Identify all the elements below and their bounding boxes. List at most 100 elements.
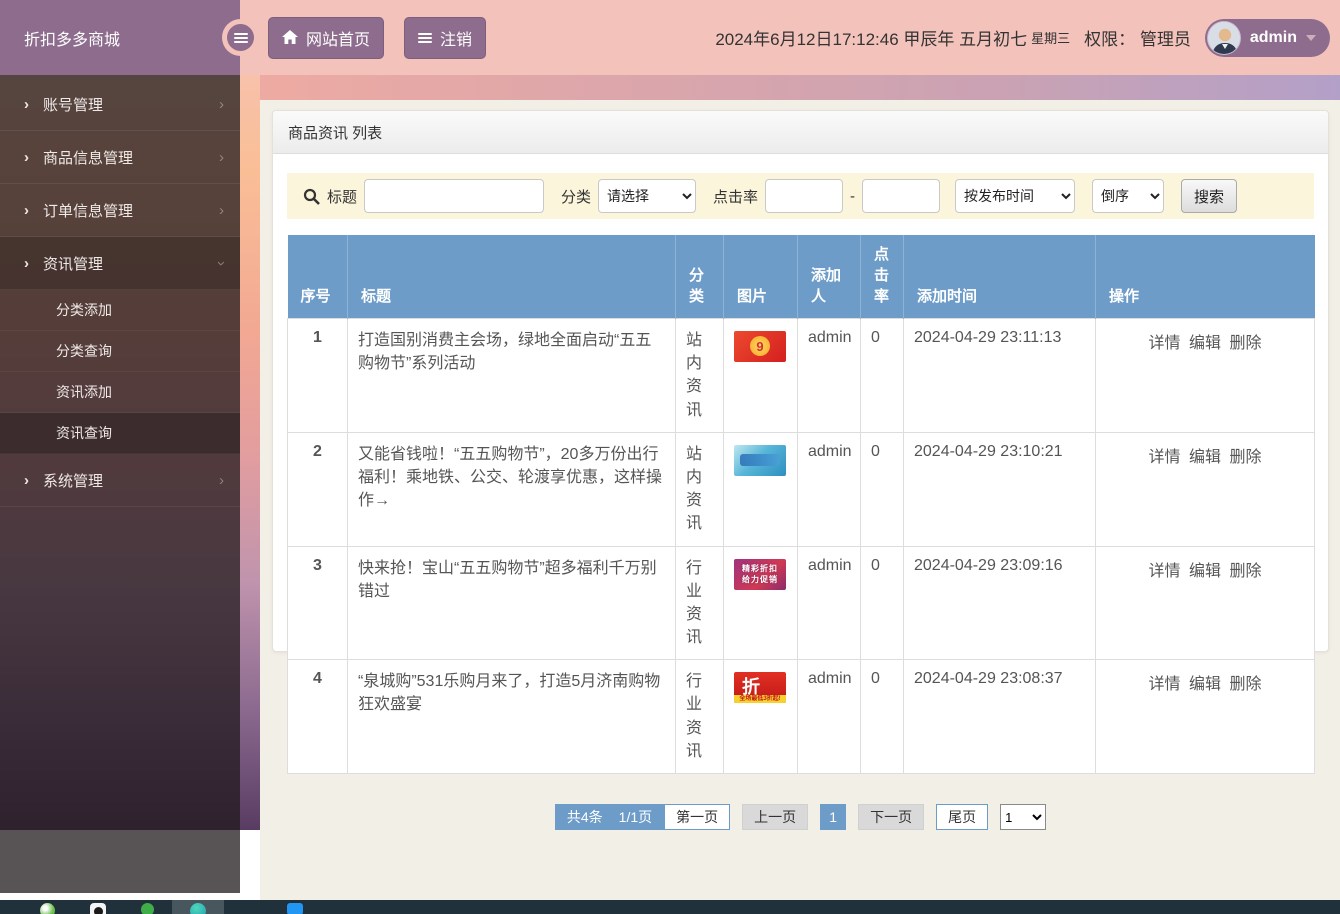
panel-header: 商品资讯 列表 [273, 111, 1328, 154]
role-text: 权限： 管理员 [1084, 30, 1191, 49]
os-taskbar [0, 900, 1340, 914]
col-clicks: 点击率 [860, 235, 904, 319]
sidebar-item-system[interactable]: › 系统管理 › [0, 454, 240, 507]
row-no: 2 [287, 431, 348, 547]
sidebar-subitem-label: 资讯添加 [56, 384, 112, 400]
top-navbar: 网站首页 注销 2024年6月12日17:12:46 甲辰年 五月初七 星期三 … [222, 0, 1340, 75]
sidebar-subitem-news-add[interactable]: 资讯添加 [0, 372, 240, 413]
delete-link[interactable]: 删除 [1229, 335, 1261, 352]
weekday-text: 星期三 [1031, 31, 1071, 46]
news-thumbnail [734, 444, 786, 476]
prev-page-button[interactable]: 上一页 [742, 804, 809, 830]
delete-link[interactable]: 删除 [1229, 676, 1261, 693]
sort-field-select[interactable]: 按发布时间 [955, 179, 1076, 213]
table-row: 3 快来抢！宝山“五五购物节”超多福利千万别错过 行业资讯 精彩折扣 给力促销 … [287, 545, 1315, 661]
list-icon [418, 31, 433, 45]
taskbar-app-icon[interactable] [190, 903, 206, 914]
topbar-right: 2024年6月12日17:12:46 甲辰年 五月初七 星期三 权限： 管理员 … [715, 18, 1340, 57]
clicks-max-input[interactable] [862, 179, 941, 213]
row-author: admin [797, 659, 861, 774]
detail-link[interactable]: 详情 [1149, 676, 1181, 693]
logout-button[interactable]: 注销 [404, 16, 487, 59]
row-image-cell: 折 全场最低3折起! [723, 659, 798, 774]
row-title: “泉城购”531乐购月来了，打造5月济南购物狂欢盛宴 [347, 659, 676, 774]
range-separator: - [850, 187, 856, 205]
delete-link[interactable]: 删除 [1229, 563, 1261, 580]
sidebar-toggle-button[interactable] [227, 24, 254, 51]
chevron-right-icon: › [24, 254, 29, 272]
page-number-select[interactable]: 1 [1000, 804, 1047, 830]
page-info: 1/1页 [618, 809, 653, 825]
first-page-button[interactable]: 第一页 [664, 804, 731, 830]
chevron-right-icon: › [219, 95, 224, 113]
sidebar-subitem-category-add[interactable]: 分类添加 [0, 290, 240, 331]
row-actions: 详情 编辑 删除 [1095, 431, 1315, 547]
row-category: 站内资讯 [675, 318, 724, 433]
sidebar-subitem-news-query[interactable]: 资讯查询 [0, 413, 240, 454]
row-clicks: 0 [860, 431, 904, 547]
sidebar-brand: 折扣多多商城 [0, 0, 240, 75]
table-header-row: 序号 标题 分类 图片 添加人 点击率 添加时间 操作 [287, 235, 1315, 319]
row-author: admin [797, 545, 861, 661]
edit-link[interactable]: 编辑 [1189, 676, 1221, 693]
edit-link[interactable]: 编辑 [1189, 563, 1221, 580]
sidebar: › 账号管理 › › 商品信息管理 › › 订单信息管理 › › 资讯管理 › … [0, 75, 240, 893]
user-menu[interactable]: admin [1204, 18, 1330, 57]
avatar [1206, 20, 1241, 55]
title-search-label: 标题 [327, 188, 358, 206]
chevron-right-icon: › [219, 201, 224, 219]
col-image: 图片 [723, 235, 798, 319]
sort-order-select[interactable]: 倒序 [1092, 179, 1165, 213]
taskbar-app-icon[interactable] [40, 903, 55, 914]
logout-button-label: 注销 [440, 31, 473, 49]
news-list-panel: 商品资讯 列表 标题 分类 请选择 点击率 - 按发布时间 倒序 搜索 序号 标… [272, 110, 1329, 830]
chevron-right-icon: › [219, 148, 224, 166]
news-thumbnail: 折 全场最低3折起! [734, 672, 786, 704]
row-time: 2024-04-29 23:09:16 [903, 545, 1096, 661]
col-time: 添加时间 [903, 235, 1096, 319]
news-table: 序号 标题 分类 图片 添加人 点击率 添加时间 操作 1 打造国别消费主会场，… [287, 235, 1315, 774]
detail-link[interactable]: 详情 [1149, 563, 1181, 580]
edit-link[interactable]: 编辑 [1189, 335, 1221, 352]
panel-title: 商品资讯 列表 [288, 124, 383, 142]
current-page-button[interactable]: 1 [820, 804, 847, 830]
row-no: 4 [287, 659, 348, 774]
clicks-min-input[interactable] [765, 179, 844, 213]
detail-link[interactable]: 详情 [1149, 449, 1181, 466]
table-row: 1 打造国别消费主会场，绿地全面启动“五五购物节”系列活动 站内资讯 9 adm… [287, 318, 1315, 433]
sidebar-subitem-label: 分类添加 [56, 302, 112, 318]
sidebar-item-accounts[interactable]: › 账号管理 › [0, 78, 240, 131]
row-category: 行业资讯 [675, 659, 724, 774]
sidebar-item-orders[interactable]: › 订单信息管理 › [0, 184, 240, 237]
row-no: 3 [287, 545, 348, 661]
last-page-button[interactable]: 尾页 [936, 804, 989, 830]
row-clicks: 0 [860, 659, 904, 774]
home-icon [282, 30, 298, 44]
edit-link[interactable]: 编辑 [1189, 449, 1221, 466]
home-button[interactable]: 网站首页 [268, 16, 385, 59]
sidebar-item-label: 订单信息管理 [43, 202, 134, 220]
taskbar-app-icon[interactable] [287, 903, 303, 914]
next-page-button[interactable]: 下一页 [858, 804, 925, 830]
sidebar-subitem-category-query[interactable]: 分类查询 [0, 331, 240, 372]
row-category: 行业资讯 [675, 545, 724, 661]
taskbar-app-icon[interactable] [90, 903, 106, 914]
col-author: 添加人 [797, 235, 861, 319]
detail-link[interactable]: 详情 [1149, 335, 1181, 352]
pagination: 共4条 1/1页 第一页 上一页 1 下一页 尾页 1 [273, 804, 1328, 830]
news-thumbnail: 精彩折扣 给力促销 [734, 558, 786, 590]
delete-link[interactable]: 删除 [1229, 449, 1261, 466]
sidebar-item-products[interactable]: › 商品信息管理 › [0, 131, 240, 184]
chevron-right-icon: › [219, 471, 224, 489]
title-search-input[interactable] [364, 179, 545, 213]
table-row: 2 又能省钱啦！“五五购物节”，20多万份出行福利！乘地铁、公交、轮渡享优惠，这… [287, 431, 1315, 547]
row-time: 2024-04-29 23:10:21 [903, 431, 1096, 547]
category-select[interactable]: 请选择 [598, 179, 697, 213]
chevron-right-icon: › [24, 471, 29, 489]
taskbar-app-icon[interactable] [141, 903, 154, 914]
row-actions: 详情 编辑 删除 [1095, 318, 1315, 433]
search-button[interactable]: 搜索 [1181, 179, 1238, 213]
row-actions: 详情 编辑 删除 [1095, 545, 1315, 661]
row-time: 2024-04-29 23:11:13 [903, 318, 1096, 433]
sidebar-item-news[interactable]: › 资讯管理 › [0, 237, 240, 290]
